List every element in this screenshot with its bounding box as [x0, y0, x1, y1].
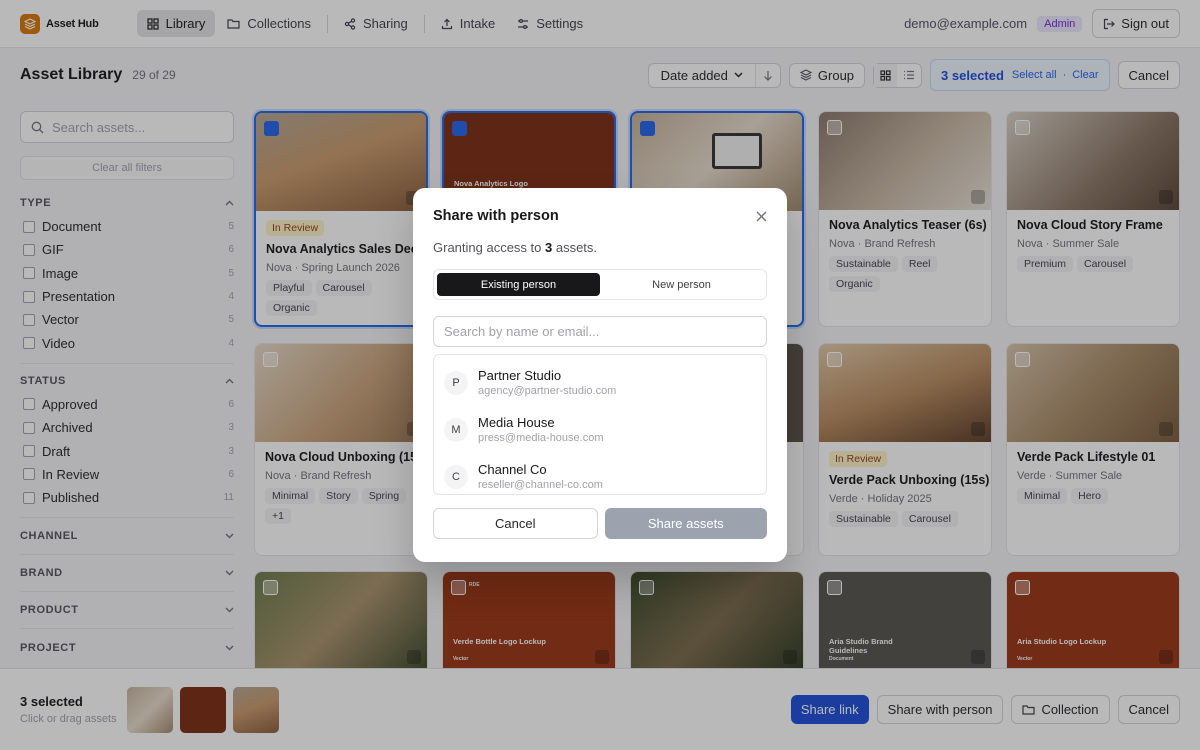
- close-icon[interactable]: [756, 211, 767, 222]
- tab-existing-person[interactable]: Existing person: [437, 273, 600, 296]
- dialog-title: Share with person: [433, 208, 559, 224]
- avatar: M: [444, 417, 468, 442]
- person-option[interactable]: C Channel Co reseller@channel-co.com: [434, 453, 766, 500]
- person-option[interactable]: P Partner Studio agency@partner-studio.com: [434, 359, 766, 406]
- dialog-cancel-button[interactable]: Cancel: [433, 508, 598, 539]
- tab-new-person[interactable]: New person: [600, 273, 763, 296]
- person-option[interactable]: M Media House press@media-house.com: [434, 406, 766, 453]
- share-with-person-dialog: Share with person Granting access to 3 a…: [413, 188, 787, 562]
- avatar: C: [444, 464, 468, 489]
- person-search-input[interactable]: Search by name or email...: [433, 316, 767, 347]
- person-list: P Partner Studio agency@partner-studio.com…: [433, 354, 767, 495]
- avatar: P: [444, 370, 468, 395]
- dialog-description: Granting access to 3 assets.: [433, 240, 598, 255]
- share-assets-button[interactable]: Share assets: [604, 508, 767, 539]
- person-mode-toggle: Existing person New person: [433, 269, 767, 300]
